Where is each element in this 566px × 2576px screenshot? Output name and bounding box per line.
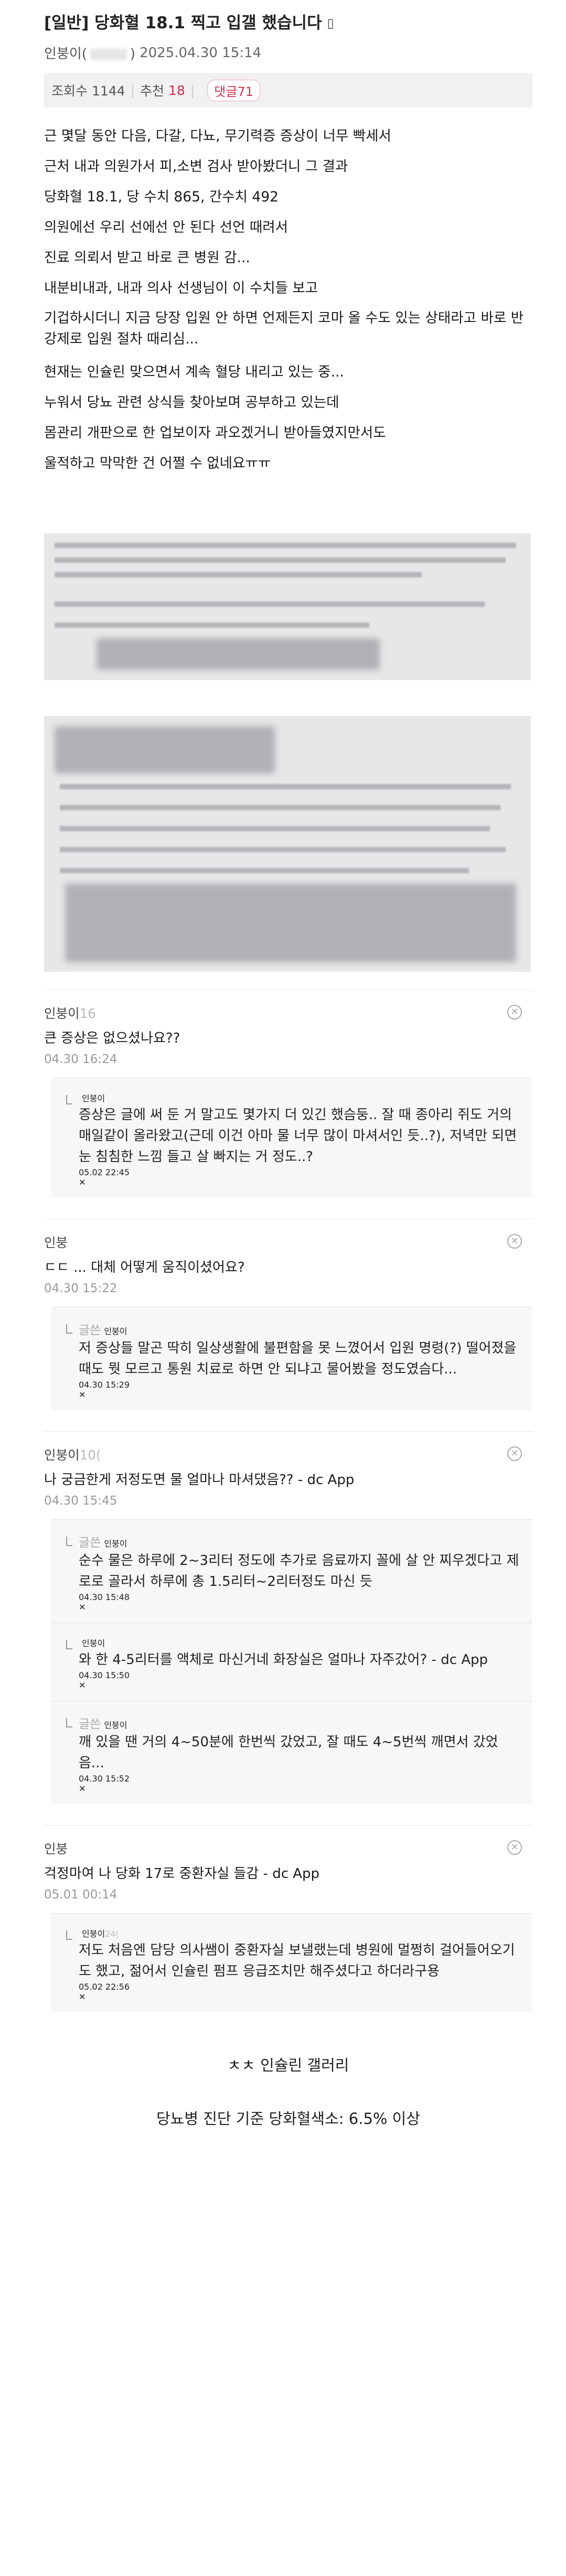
comment-nick[interactable]: 인붕이24( [79,1926,522,1940]
comment-time: 04.30 16:24 [44,1053,118,1066]
comment-nick[interactable]: 글쓴 인붕이 [79,1320,522,1338]
photo-text-line [60,784,511,789]
post-author-suffix: ) [130,46,136,62]
comment-nick[interactable]: 글쓴 인붕이 [79,1532,522,1550]
post-title-text: [일반] 당화혈 18.1 찍고 입갤 했습니다 [44,14,322,33]
reply-item: 인붕이 증상은 글에 써 둔 거 말고도 몇가지 더 있긴 했슴둥.. 잘 때 … [51,1078,532,1198]
photo-blur [97,638,380,670]
delete-icon[interactable]: ✕ [507,1840,522,1855]
photo-text-line [60,826,490,831]
comment-text: 순수 물은 하루에 2~3리터 정도에 추가로 음료까지 꼴에 살 안 찌우겠다… [79,1553,519,1590]
delete-icon[interactable]: ✕ [79,1390,522,1400]
photo-text-line [60,847,506,852]
lab-result-photo-2[interactable] [44,716,531,972]
delete-icon[interactable]: ✕ [79,1784,522,1794]
photo-blur [65,884,516,962]
comment-time: 04.30 15:22 [44,1282,118,1295]
delete-icon[interactable]: ✕ [507,1446,522,1461]
post-header: [일반] 당화혈 18.1 찍고 입갤 했습니다 ▯ 인붕이() 2025.04… [44,0,532,108]
comment-time: 04.30 15:29 [79,1380,130,1390]
comment-time: 04.30 15:52 [79,1774,130,1784]
reply-item: 글쓴 인붕이 깨 있을 땐 거의 4~50분에 한번씩 갔었고, 잘 때도 4~5… [51,1701,532,1804]
content-line: 내분비내과, 내과 의사 선생님이 이 수치들 보고 [44,280,318,296]
comment-time: 05.02 22:45 [79,1167,130,1177]
comment-text: 증상은 글에 써 둔 거 말고도 몇가지 더 있긴 했슴둥.. 잘 때 종아리 … [79,1107,517,1165]
phone-icon: ▯ [327,16,334,30]
comment-nick[interactable]: 글쓴 인붕이 [79,1714,522,1732]
delete-icon[interactable]: ✕ [79,1602,522,1612]
post-date: 2025.04.30 15:14 [140,45,262,61]
photo-text-line [55,572,422,577]
recommend-label: 추천 [140,83,165,99]
photo-text-line [60,868,469,873]
comment-text: 저도 처음엔 담당 의사쌤이 중환자실 보낼랬는데 병원에 멀쩡히 걸어들어오기… [79,1942,515,1979]
photo-text-line [55,622,369,628]
comment-text: 나 궁금한게 저정도면 물 얼마나 마셔댔음?? - dc App [44,1472,355,1488]
reply-item: 글쓴 인붕이 저 증상들 말곤 딱히 일상생활에 불편함을 못 느꼈어서 입원 명… [51,1307,532,1410]
reply-item: 인붕이24( 저도 처음엔 담당 의사쌤이 중환자실 보낼랬는데 병원에 멀쩡히… [51,1913,532,2012]
comment-nick[interactable]: 인붕 [44,1233,532,1251]
comment-text: 저 증상들 말곤 딱히 일상생활에 불편함을 못 느꼈어서 입원 명령(?) 떨… [79,1340,517,1377]
post-author-name: 인붕이( [44,46,87,62]
comment-time: 05.02 22:56 [79,1982,130,1992]
content-line: 몸관리 개판으로 한 업보이자 과오겠거니 받아들였지만서도 [44,425,386,441]
comment-text: 깨 있을 땐 거의 4~50분에 한번씩 갔었고, 잘 때도 4~5번씩 깨면서… [79,1734,498,1771]
reply-item: 인붕이 와 한 4-5리터를 액체로 마신거네 화장실은 얼마나 자주갔어? -… [51,1623,532,1701]
delete-icon[interactable]: ✕ [79,1680,522,1690]
comment-time: 05.01 00:14 [44,1888,118,1902]
photo-text-line [55,543,516,548]
comment-item: 인붕이16 큰 증상은 없으셨나요?? 04.30 16:24 ✕ [44,990,532,1078]
post-stats-bar: 조회수 1144 | 추천 18 | 댓글71 [44,73,532,108]
post-meta: 인붕이() 2025.04.30 15:14 [44,43,532,62]
post-title: [일반] 당화혈 18.1 찍고 입갤 했습니다 ▯ [44,12,532,35]
comment-count-badge[interactable]: 댓글71 [207,79,260,101]
photo-blur [55,726,275,774]
comment-item: 인붕이10( 나 궁금한게 저정도면 물 얼마나 마셔댔음?? - dc App… [44,1431,532,1519]
comment-nick[interactable]: 인붕 [44,1839,532,1858]
delete-icon[interactable]: ✕ [507,1234,522,1249]
photo-text-line [60,805,500,810]
page: [일반] 당화혈 18.1 찍고 입갤 했습니다 ▯ 인붕이() 2025.04… [0,0,566,2576]
content-line: 진료 의뢰서 받고 바로 큰 병원 감... [44,250,250,266]
comment-nick[interactable]: 인붕이16 [44,1004,532,1022]
source-note: ㅊㅊ 인슐린 갤러리 [227,2056,349,2074]
comment-time: 04.30 15:50 [79,1670,130,1680]
comment-time: 04.30 15:48 [79,1592,130,1602]
comment-nick[interactable]: 인붕이 [79,1636,522,1649]
view-count: 조회수 1144 [51,83,125,99]
post-content: 근 몇달 동안 다음, 다갈, 다뇨, 무기력증 증상이 너무 빡세서 근처 내… [44,128,532,471]
comment-nick[interactable]: 인붕이10( [44,1445,532,1464]
content-line: 현재는 인슐린 맞으면서 계속 혈당 내리고 있는 중... [44,364,344,380]
post-author[interactable]: 인붕이() [44,43,135,62]
content-line: 근처 내과 의원가서 피,소변 검사 받아봤더니 그 결과 [44,158,348,175]
comment-nick[interactable]: 인붕이 [79,1091,522,1104]
comment-text: ㄷㄷ ... 대체 어떻게 움직이셨어요? [44,1260,245,1275]
photo-text-line [55,557,506,563]
photo-text-line [55,602,485,607]
reply-item: 글쓴 인붕이 순수 물은 하루에 2~3리터 정도에 추가로 음료까지 꼴에 살 … [51,1519,532,1623]
comment-list: 인붕이16 큰 증상은 없으셨나요?? 04.30 16:24 ✕ 인붕이 증상… [44,990,532,2012]
content-line: 의원에선 우리 선에선 안 된다 선언 때려서 [44,219,289,235]
comment-item: 인붕 ㄷㄷ ... 대체 어떻게 움직이셨어요? 04.30 15:22 ✕ [44,1219,532,1307]
comment-time: 04.30 15:45 [44,1494,118,1508]
comment-text: 걱정마여 나 당화 17로 중환자실 들감 - dc App [44,1866,320,1882]
content-line: 울적하고 막막한 건 어쩔 수 없네요ㅠㅠ [44,455,271,471]
stats-divider: | [130,82,135,98]
diagnosis-note: 당뇨병 진단 기준 당화혈색소: 6.5% 이상 [156,2110,421,2128]
comment-text: 큰 증상은 없으셨나요?? [44,1031,180,1046]
stats-divider: | [190,82,195,98]
delete-icon[interactable]: ✕ [79,1177,522,1187]
content-line: 당화혈 18.1, 당 수치 865, 간수치 492 [44,189,279,205]
content-line: 누워서 당뇨 관련 상식들 찾아보며 공부하고 있는데 [44,394,339,411]
recommend-count: 18 [168,82,185,98]
author-ip-blur [90,48,127,60]
content-line: 근 몇달 동안 다음, 다갈, 다뇨, 무기력증 증상이 너무 빡세서 [44,128,391,144]
delete-icon[interactable]: ✕ [79,1992,522,2002]
comment-item: 인붕 걱정마여 나 당화 17로 중환자실 들감 - dc App 05.01 … [44,1825,532,1913]
content-line: 기겁하시더니 지금 당장 입원 안 하면 언제든지 코마 올 수도 있는 상태라… [44,310,524,347]
lab-result-photo[interactable] [44,533,531,680]
comment-text: 와 한 4-5리터를 액체로 마신거네 화장실은 얼마나 자주갔어? - dc … [79,1652,488,1668]
delete-icon[interactable]: ✕ [507,1005,522,1019]
